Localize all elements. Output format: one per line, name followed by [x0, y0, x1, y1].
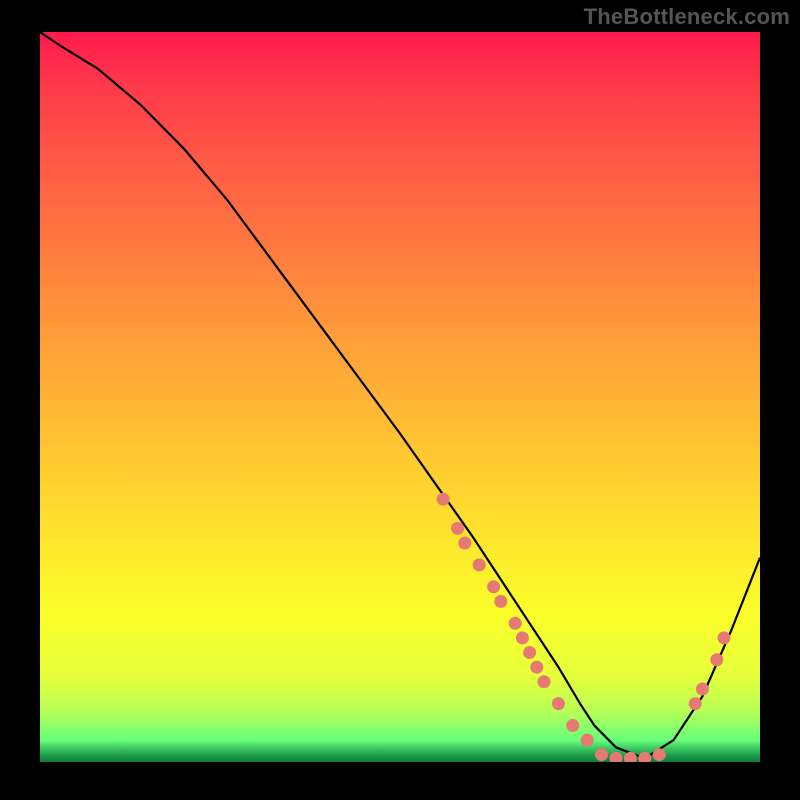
attribution-text: TheBottleneck.com	[584, 4, 790, 30]
curve-line-group	[40, 32, 760, 758]
curve-marker	[516, 631, 529, 644]
curve-marker	[581, 734, 594, 747]
curve-marker	[473, 558, 486, 571]
curve-marker	[696, 683, 709, 696]
curve-marker	[538, 675, 551, 688]
bottleneck-curve	[40, 32, 760, 758]
curve-marker	[710, 653, 723, 666]
curve-marker	[718, 631, 731, 644]
curve-marker	[566, 719, 579, 732]
curve-marker	[494, 595, 507, 608]
curve-marker	[523, 646, 536, 659]
curve-marker	[689, 697, 702, 710]
curve-marker	[530, 661, 543, 674]
curve-marker	[458, 537, 471, 550]
curve-marker	[653, 748, 666, 761]
chart-frame: TheBottleneck.com	[0, 0, 800, 800]
curve-marker	[509, 617, 522, 630]
curve-marker	[451, 522, 464, 535]
curve-marker	[624, 752, 637, 762]
curve-svg	[40, 32, 760, 762]
curve-marker	[487, 580, 500, 593]
curve-marker	[638, 752, 651, 762]
curve-marker	[610, 752, 623, 762]
curve-marker	[437, 493, 450, 506]
curve-marker	[552, 697, 565, 710]
curve-marker	[595, 748, 608, 761]
plot-area	[40, 32, 760, 762]
